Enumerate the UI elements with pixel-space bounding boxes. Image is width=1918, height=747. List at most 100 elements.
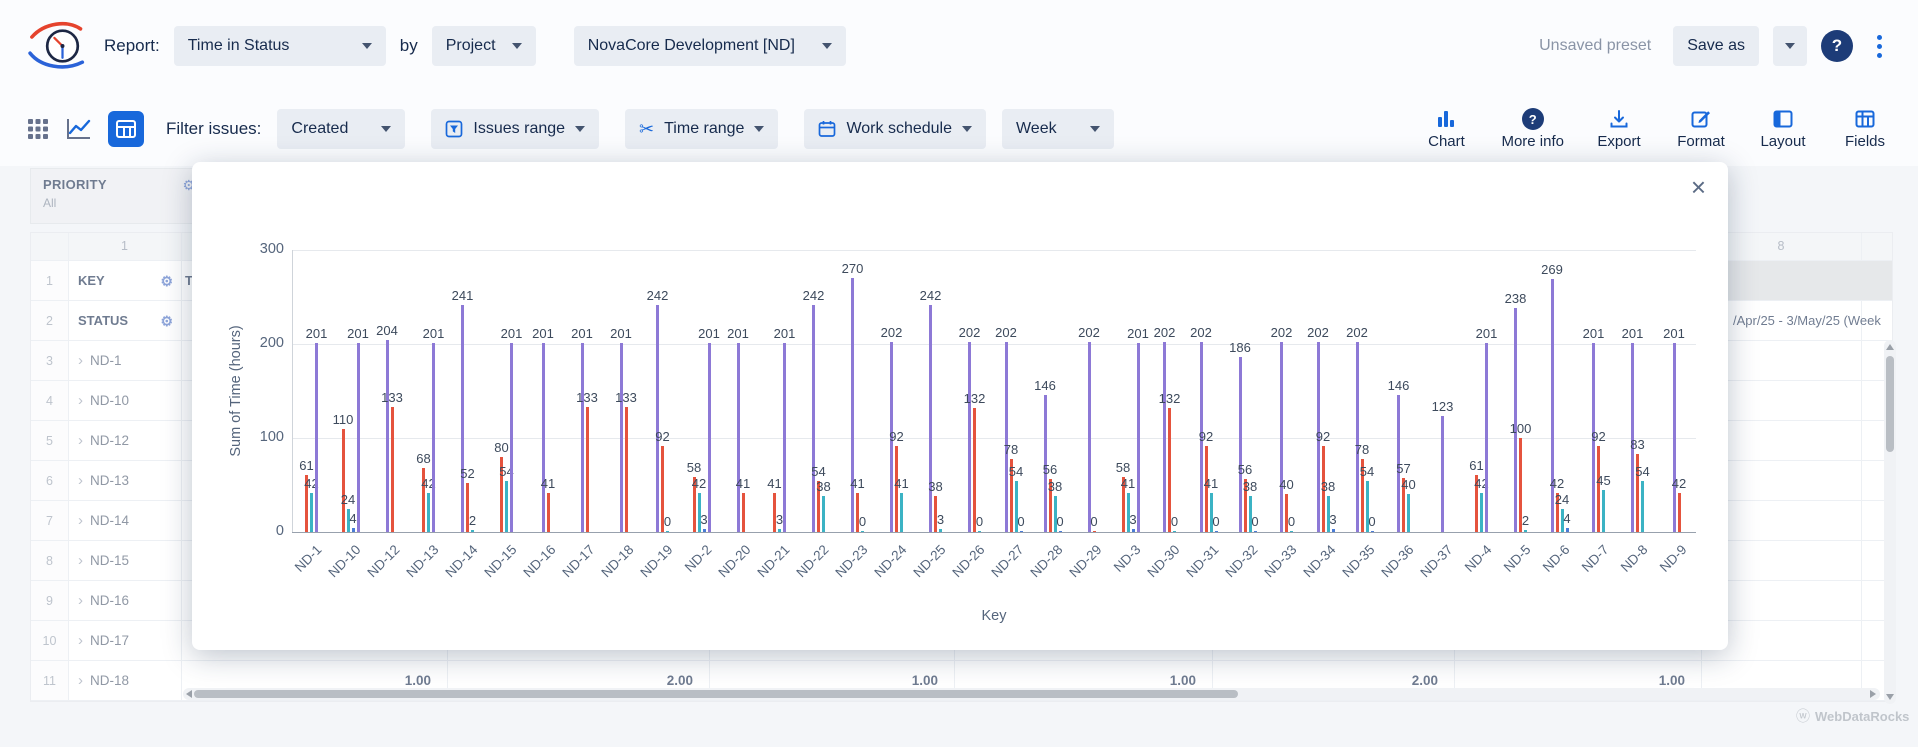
line-chart-view-icon[interactable] (66, 117, 92, 141)
bar-value-label: 52 (460, 466, 474, 481)
bar (357, 343, 360, 532)
report-type-select[interactable]: Time in Status (174, 26, 386, 66)
issue-key-cell[interactable]: ›ND-15 (68, 541, 181, 580)
bar-value-label: 41 (1121, 476, 1135, 491)
bar-value-label: 241 (452, 288, 474, 303)
selected-column-cell[interactable] (1701, 261, 1893, 300)
expand-chevron-icon[interactable]: › (78, 632, 83, 649)
expand-chevron-icon[interactable]: › (78, 672, 83, 689)
bar (861, 531, 864, 532)
work-schedule-button[interactable]: Work schedule (804, 109, 986, 149)
priority-value: All (43, 196, 195, 210)
scroll-left-icon[interactable] (186, 690, 192, 698)
expand-chevron-icon[interactable]: › (78, 592, 83, 609)
status-header-cell[interactable]: STATUS⚙ (68, 301, 181, 340)
cell-border (1861, 233, 1862, 260)
issue-key-label: ND-16 (90, 593, 129, 608)
bar-value-label: 40 (1401, 477, 1415, 492)
issue-key-cell[interactable]: › ND-16 (68, 581, 181, 620)
column-number[interactable]: 1 (68, 239, 181, 253)
close-icon[interactable]: × (1691, 174, 1706, 200)
issues-range-button[interactable]: Issues range (431, 109, 599, 149)
date-range-cell: /Apr/25 - 3/May/25 (Week (1733, 301, 1881, 340)
help-button[interactable]: ? (1821, 30, 1853, 62)
cell-border (1861, 421, 1862, 460)
scroll-up-icon[interactable] (1886, 344, 1894, 350)
bar-value-label: 201 (501, 326, 523, 341)
bar (1332, 529, 1335, 532)
scroll-down-icon[interactable] (1886, 694, 1894, 700)
bar-value-label: 92 (655, 429, 669, 444)
bar-value-label: 38 (1321, 479, 1335, 494)
bar-value-label: 132 (1159, 391, 1181, 406)
bar (620, 343, 623, 532)
issue-key-cell[interactable]: ›ND-13 (68, 461, 181, 500)
bar-value-label: 202 (1190, 325, 1212, 340)
expand-chevron-icon[interactable]: › (78, 472, 83, 489)
bar-value-label: 68 (416, 451, 430, 466)
issue-key-cell[interactable]: ›ND-1 (68, 341, 181, 380)
scroll-right-icon[interactable] (1870, 690, 1876, 698)
more-menu-button[interactable] (1867, 31, 1892, 62)
time-range-button[interactable]: ✂ Time range (625, 109, 778, 149)
created-filter-select[interactable]: Created (277, 109, 405, 149)
issue-key-label: ND-12 (90, 433, 129, 448)
cell-border (181, 233, 182, 260)
y-tick-label: 100 (228, 429, 284, 445)
issue-key-cell[interactable]: ›ND-14 (68, 501, 181, 540)
bar (1371, 531, 1374, 532)
app-logo-icon (26, 19, 90, 73)
priority-label: PRIORITY (43, 177, 107, 192)
period-select[interactable]: Week (1002, 109, 1114, 149)
bar (386, 340, 389, 532)
layout-button[interactable]: Layout (1756, 108, 1810, 150)
bar-value-label: 202 (1271, 325, 1293, 340)
vertical-scrollbar-thumb[interactable] (1886, 356, 1894, 452)
group-by-select[interactable]: Project (432, 26, 536, 66)
key-header-cell[interactable]: KEY⚙ (68, 261, 181, 300)
cell-border (1861, 381, 1862, 420)
bar-value-label: 57 (1396, 461, 1410, 476)
app-header: Report: Time in Status by Project NovaCo… (0, 0, 1918, 166)
project-select[interactable]: NovaCore Development [ND] (574, 26, 846, 66)
export-button[interactable]: Export (1592, 108, 1646, 150)
format-button[interactable]: Format (1674, 108, 1728, 150)
row-number: 8 (31, 541, 68, 580)
webdatarocks-logo-icon: ⓦ (1796, 706, 1810, 726)
issue-key-cell[interactable]: ›ND-17 (68, 621, 181, 660)
save-as-button[interactable]: Save as (1673, 26, 1759, 66)
bar (1137, 343, 1140, 532)
more-info-button[interactable]: ? More info (1501, 108, 1564, 150)
gear-icon[interactable]: ⚙ (160, 274, 173, 288)
table-view-icon[interactable] (108, 111, 144, 147)
row-number: 5 (31, 421, 68, 460)
bar-value-label: 0 (1288, 514, 1295, 529)
issue-key-cell[interactable]: ›ND-10 (68, 381, 181, 420)
priority-filter[interactable]: PRIORITY ⚙ All (30, 168, 208, 224)
bar-value-label: 0 (664, 514, 671, 529)
expand-chevron-icon[interactable]: › (78, 352, 83, 369)
row-number: 4 (31, 381, 68, 420)
chart-button[interactable]: Chart (1419, 108, 1473, 150)
gear-icon[interactable]: ⚙ (160, 314, 173, 328)
issue-key-cell[interactable]: ›ND-18 (68, 661, 181, 700)
grid-view-icon[interactable] (26, 117, 50, 141)
row-number: 1 (31, 261, 68, 300)
issue-key-cell[interactable]: › ND-12 (68, 421, 181, 460)
fields-button[interactable]: Fields (1838, 108, 1892, 150)
bar-value-label: 4 (1563, 511, 1570, 526)
bar (1407, 494, 1410, 532)
bar (352, 528, 355, 532)
expand-chevron-icon[interactable]: › (78, 392, 83, 409)
bar (778, 529, 781, 532)
expand-chevron-icon[interactable]: › (78, 512, 83, 529)
expand-chevron-icon[interactable]: › (78, 432, 83, 449)
expand-chevron-icon[interactable]: › (78, 552, 83, 569)
bar-value-label: 61 (1469, 458, 1483, 473)
filter-issues-label: Filter issues: (166, 119, 261, 139)
save-as-menu-button[interactable] (1773, 26, 1807, 66)
bar (1239, 357, 1242, 532)
horizontal-scrollbar-thumb[interactable] (194, 690, 1238, 698)
bar (1673, 343, 1676, 532)
bar-value-label: 110 (333, 412, 354, 427)
